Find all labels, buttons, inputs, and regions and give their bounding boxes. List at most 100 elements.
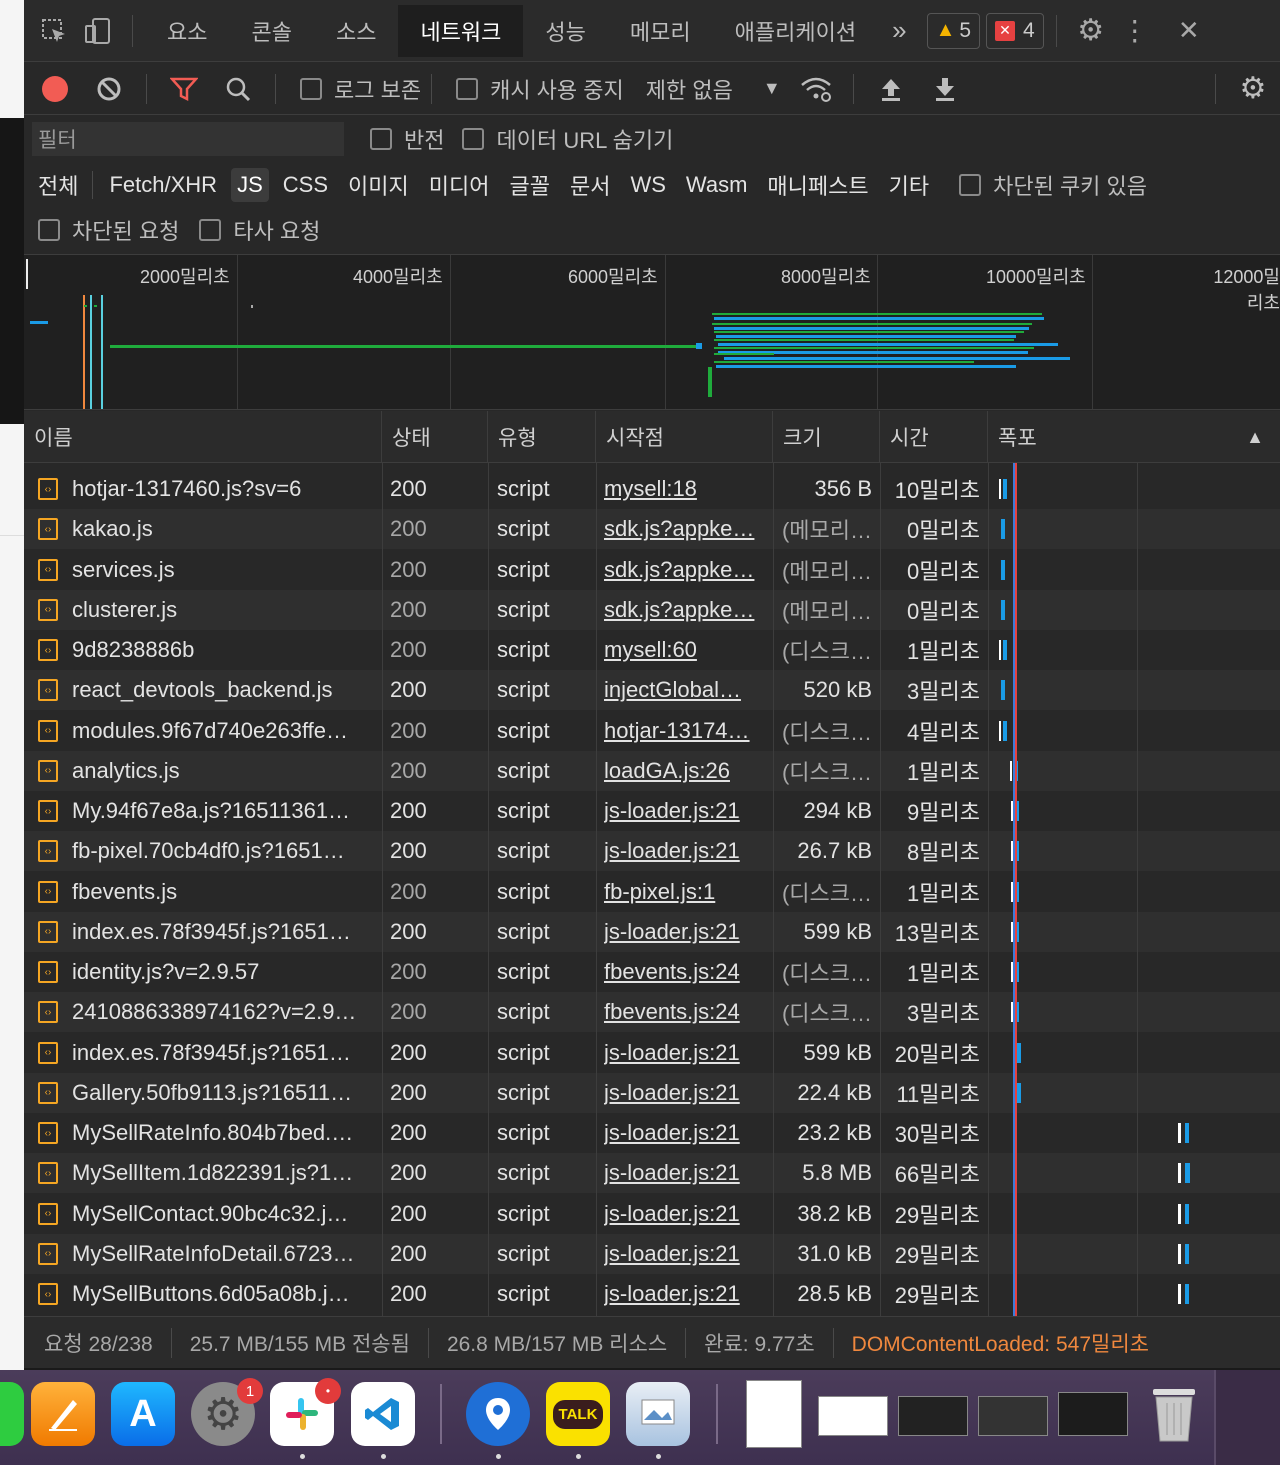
table-row[interactable]: ‹› MySellContact.90bc4c32.j… 200 script js-l… [24, 1194, 1280, 1234]
tab-memory[interactable]: 메모리 [608, 5, 713, 57]
dock-app-app-store-icon[interactable]: A [111, 1382, 175, 1446]
dock-app-preview-icon[interactable] [626, 1382, 690, 1446]
table-row[interactable]: ‹› index.es.78f3945f.js?1651… 200 script js-… [24, 1033, 1280, 1073]
request-name-cell[interactable]: ‹› MySellItem.1d822391.js?1… [24, 1153, 380, 1193]
table-row[interactable]: ‹› fbevents.js 200 script fb-pixel.js:1 (디스크…… [24, 872, 1280, 912]
checkbox-box[interactable] [370, 128, 392, 150]
close-icon[interactable]: ✕ [1167, 0, 1211, 62]
table-row[interactable]: ‹› analytics.js 200 script loadGA.js:26 (디스크…… [24, 750, 1280, 791]
request-initiator-link[interactable]: loadGA.js:26 [604, 751, 770, 791]
checkbox-box[interactable] [462, 128, 485, 150]
column-header-name[interactable]: 이름 [24, 411, 382, 463]
network-overview-timeline[interactable]: 2000밀리초 4000밀리초 6000밀리초 8000밀리초 10000밀리초… [24, 254, 1280, 410]
request-name-cell[interactable]: ‹› analytics.js [24, 751, 380, 791]
network-settings-gear-icon[interactable]: ⚙ [1226, 63, 1280, 115]
dock-minimized-window[interactable] [746, 1380, 802, 1448]
type-filter-ws[interactable]: WS [624, 168, 671, 202]
dock-minimized-window[interactable] [818, 1396, 888, 1436]
column-header-initiator[interactable]: 시작점 [596, 411, 773, 463]
request-initiator-link[interactable]: sdk.js?appke… [604, 590, 770, 630]
dock-minimized-window[interactable] [978, 1396, 1048, 1436]
request-name-cell[interactable]: ‹› identity.js?v=2.9.57 [24, 952, 380, 992]
request-initiator-link[interactable]: js-loader.js:21 [604, 831, 770, 871]
dock-app-kakaotalk-icon[interactable]: TALK [546, 1382, 610, 1446]
column-header-type[interactable]: 유형 [488, 411, 596, 463]
request-initiator-link[interactable]: fbevents.js:24 [604, 992, 770, 1032]
column-header-status[interactable]: 상태 [382, 411, 488, 463]
request-initiator-link[interactable]: js-loader.js:21 [604, 791, 770, 831]
request-initiator-link[interactable]: js-loader.js:21 [604, 1274, 770, 1314]
more-options-icon[interactable]: ⋮ [1113, 0, 1157, 62]
settings-gear-icon[interactable]: ⚙ [1069, 0, 1113, 62]
preserve-log-checkbox[interactable]: 로그 보존 [300, 73, 421, 105]
checkbox-box[interactable] [199, 219, 222, 241]
more-tabs-button[interactable]: » [878, 5, 920, 57]
request-name-cell[interactable]: ‹› fbevents.js [24, 872, 380, 912]
filter-icon[interactable] [157, 63, 211, 115]
request-name-cell[interactable]: ‹› My.94f67e8a.js?16511361… [24, 791, 380, 831]
request-name-cell[interactable]: ‹› hotjar-1317460.js?sv=6 [24, 469, 380, 509]
request-initiator-link[interactable]: js-loader.js:21 [604, 1194, 770, 1234]
request-initiator-link[interactable]: hotjar-13174… [604, 711, 770, 751]
column-header-time[interactable]: 시간 [880, 411, 988, 463]
request-name-cell[interactable]: ‹› services.js [24, 550, 380, 590]
request-initiator-link[interactable]: sdk.js?appke… [604, 509, 770, 549]
request-name-cell[interactable]: ‹› react_devtools_backend.js [24, 670, 380, 710]
request-initiator-link[interactable]: injectGlobal… [604, 670, 770, 710]
dock-minimized-window[interactable] [1058, 1392, 1128, 1436]
request-name-cell[interactable]: ‹› Gallery.50fb9113.js?16511… [24, 1073, 380, 1113]
dock-app-map-pin-icon[interactable] [466, 1382, 530, 1446]
tab-application[interactable]: 애플리케이션 [713, 5, 878, 57]
request-name-cell[interactable]: ‹› index.es.78f3945f.js?1651… [24, 912, 380, 952]
table-row[interactable]: ‹› 2410886338974162?v=2.9… 200 script fbeven… [24, 992, 1280, 1033]
table-row[interactable]: ‹› MySellRateInfo.804b7bed.… 200 script js-l… [24, 1113, 1280, 1153]
checkbox-box[interactable] [456, 77, 479, 100]
dock-app-pages-icon[interactable] [31, 1382, 95, 1446]
request-name-cell[interactable]: ‹› MySellButtons.6d05a08b.j… [24, 1274, 380, 1314]
tab-network[interactable]: 네트워크 [398, 4, 524, 57]
blocked-requests-checkbox[interactable]: 차단된 요청 [38, 214, 179, 246]
tab-console[interactable]: 콘솔 [229, 5, 313, 57]
request-initiator-link[interactable]: mysell:60 [604, 630, 770, 670]
request-name-cell[interactable]: ‹› MySellContact.90bc4c32.j… [24, 1194, 380, 1234]
column-header-waterfall[interactable]: 폭포 ▲ [988, 411, 1280, 463]
request-name-cell[interactable]: ‹› MySellRateInfoDetail.6723… [24, 1234, 380, 1274]
disable-cache-checkbox[interactable]: 캐시 사용 중지 [456, 73, 624, 105]
request-initiator-link[interactable]: fbevents.js:24 [604, 952, 770, 992]
export-har-icon[interactable] [918, 63, 972, 115]
tab-elements[interactable]: 요소 [145, 5, 229, 57]
table-row[interactable]: ‹› identity.js?v=2.9.57 200 script fbevents.… [24, 952, 1280, 992]
request-initiator-link[interactable]: js-loader.js:21 [604, 1033, 770, 1073]
table-row[interactable]: ‹› react_devtools_backend.js 200 script inje… [24, 670, 1280, 711]
request-name-cell[interactable]: ‹› modules.9f67d740e263ffe… [24, 711, 380, 751]
column-header-size[interactable]: 크기 [773, 411, 880, 463]
checkbox-box[interactable] [38, 219, 60, 241]
throttle-select[interactable]: 제한 없음 ▼ [646, 73, 781, 105]
device-toolbar-icon[interactable] [76, 0, 120, 62]
table-row[interactable]: ‹› 9d8238886b 200 script mysell:60 (디스크… 1밀리초 [24, 630, 1280, 670]
request-initiator-link[interactable]: sdk.js?appke… [604, 550, 770, 590]
request-initiator-link[interactable]: js-loader.js:21 [604, 1113, 770, 1153]
type-filter-wasm[interactable]: Wasm [680, 168, 754, 202]
clear-icon[interactable] [82, 63, 136, 115]
dock-app-messages-icon[interactable] [0, 1382, 24, 1446]
dock-app-vscode-icon[interactable] [351, 1382, 415, 1446]
errors-badge[interactable]: ✕ 4 [986, 12, 1044, 49]
type-filter-all[interactable]: 전체 [32, 165, 84, 205]
request-name-cell[interactable]: ‹› fb-pixel.70cb4df0.js?1651… [24, 831, 380, 871]
tab-performance[interactable]: 성능 [523, 5, 607, 57]
search-icon[interactable] [211, 63, 265, 115]
type-filter-doc[interactable]: 문서 [564, 165, 616, 205]
type-filter-js[interactable]: JS [231, 168, 269, 202]
request-initiator-link[interactable]: js-loader.js:21 [604, 912, 770, 952]
table-row[interactable]: ‹› Gallery.50fb9113.js?16511… 200 script js-… [24, 1072, 1280, 1113]
request-name-cell[interactable]: ‹› 9d8238886b [24, 630, 380, 670]
table-row[interactable]: ‹› MySellRateInfoDetail.6723… 200 script js-… [24, 1233, 1280, 1274]
type-filter-manifest[interactable]: 매니페스트 [761, 165, 874, 205]
dock-minimized-window[interactable] [898, 1396, 968, 1436]
table-row[interactable]: ‹› index.es.78f3945f.js?1651… 200 script js-… [24, 911, 1280, 952]
type-filter-fonts[interactable]: 글꼴 [503, 165, 555, 205]
type-filter-media[interactable]: 미디어 [423, 165, 496, 205]
request-name-cell[interactable]: ‹› 2410886338974162?v=2.9… [24, 992, 380, 1032]
request-initiator-link[interactable]: js-loader.js:21 [604, 1153, 770, 1193]
